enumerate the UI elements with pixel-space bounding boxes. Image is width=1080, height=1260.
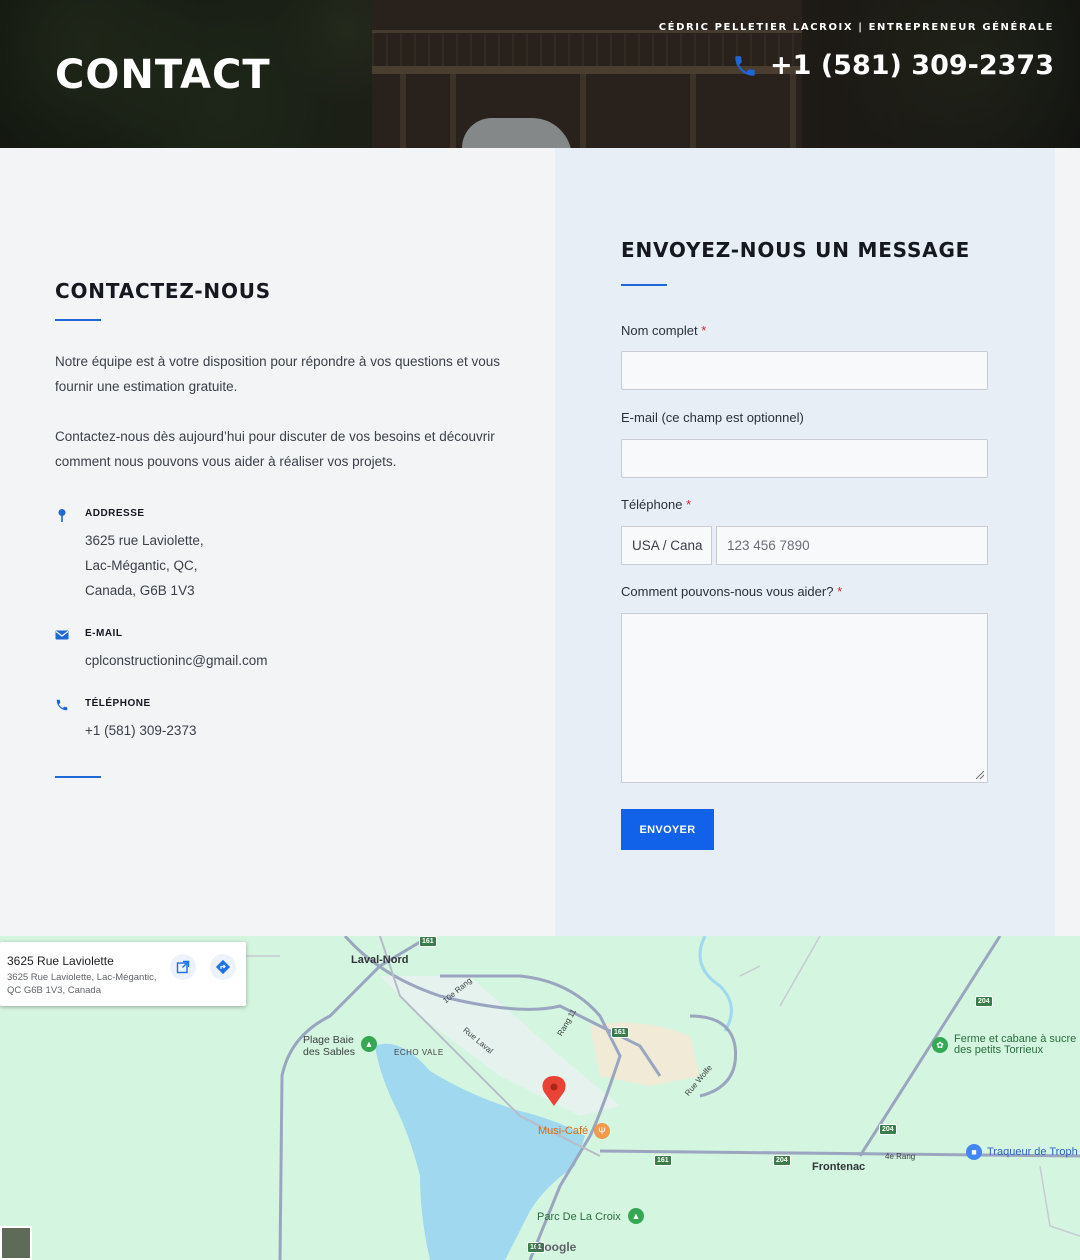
address-label: ADDRESSE [85,508,145,519]
required-asterisk: * [701,323,707,338]
contact-cta-paragraph: Contactez-nous dès aujourd’hui pour disc… [55,429,495,469]
park-poi-icon[interactable]: ▲ [628,1208,644,1224]
directions-button[interactable] [210,954,236,980]
email-input[interactable] [621,439,988,478]
message-textarea[interactable] [621,613,988,783]
address-value: 3625 rue Laviolette, Lac-Mégantic, QC, C… [85,528,204,603]
phone-value[interactable]: +1 (581) 309-2373 [85,718,196,743]
country-code-select[interactable]: USA / Cana [621,526,712,565]
email-label: E-MAIL [85,628,123,639]
name-input[interactable] [621,351,988,390]
map-label-plage-line: des Sables [303,1046,355,1058]
name-label-text: Nom complet [621,323,698,338]
message-label-text: Comment pouvons-nous vous aider? [621,584,834,599]
hero-banner: CONTACT CÉDRIC PELLETIER LACROIX | ENTRE… [0,0,1080,148]
phone-label-text: Téléphone [621,497,683,512]
heading-underline [621,284,667,286]
route-shield: 161 [654,1155,672,1166]
resize-handle-icon[interactable] [976,771,984,779]
map-label-traqueur: Traqueur de Troph [987,1146,1078,1158]
map-pin-icon [58,509,66,522]
phone-icon [735,55,755,76]
farm-poi-icon[interactable]: ✿ [932,1037,948,1053]
map-label-laval-nord: Laval-Nord [351,954,409,966]
phone-input[interactable]: 123 456 7890 [716,526,988,565]
restaurant-poi-icon[interactable]: Ψ [594,1123,610,1139]
map-label-musi-cafe: Musi-Café [538,1125,589,1137]
route-shield: 161 [611,1027,629,1038]
address-line: Lac-Mégantic, QC, [85,558,198,573]
route-shield: 204 [879,1124,897,1135]
google-map[interactable]: 3625 Rue Laviolette 3625 Rue Laviolette,… [0,936,1080,1260]
address-line: 3625 rue Laviolette, [85,533,204,548]
map-label-ferme: Ferme et cabane à sucre des petits Torri… [954,1034,1076,1056]
form-heading: ENVOYEZ-NOUS UN MESSAGE [621,238,971,262]
section-divider [55,776,101,778]
map-label-road: 4e Rang [885,1152,916,1161]
contact-intro-paragraph: Notre équipe est à votre disposition pou… [55,354,501,394]
email-value[interactable]: cplconstructioninc@gmail.com [85,648,268,673]
contact-form-section: ENVOYEZ-NOUS UN MESSAGE Nom complet * E-… [555,148,1055,936]
message-label: Comment pouvons-nous vous aider? * [621,584,842,599]
contact-heading: CONTACTEZ-NOUS [55,279,272,303]
envelope-icon [55,630,69,640]
required-asterisk: * [837,584,843,599]
name-label: Nom complet * [621,323,706,338]
contact-info-section: CONTACTEZ-NOUS Notre équipe est à votre … [0,148,555,936]
map-label-parc: Parc De La Croix [537,1211,621,1223]
header-phone-number: +1 (581) 309-2373 [770,50,1054,81]
map-place-card: 3625 Rue Laviolette 3625 Rue Laviolette,… [0,942,246,1006]
company-tagline: CÉDRIC PELLETIER LACROIX | ENTREPRENEUR … [658,22,1054,33]
route-shield: 204 [975,996,993,1007]
address-line: Canada, G6B 1V3 [85,583,195,598]
page-title: CONTACT [55,52,271,98]
email-field-label: E-mail (ce champ est optionnel) [621,410,804,425]
route-shield: 204 [773,1155,791,1166]
map-label-plage: Plage Baie des Sables [303,1034,355,1058]
place-address: 3625 Rue Laviolette, Lac-Mégantic, QC G6… [7,972,157,996]
map-label-frontenac: Frontenac [812,1161,866,1173]
park-poi-icon[interactable]: ▲ [361,1036,377,1052]
phone-field-label: Téléphone * [621,497,691,512]
google-logo: Google [535,1240,577,1254]
map-label-plage-line: Plage Baie [303,1034,354,1046]
external-link-icon [176,960,190,974]
place-title: 3625 Rue Laviolette [7,954,114,968]
directions-icon [215,959,231,975]
phone-label: TÉLÉPHONE [85,698,151,709]
shop-poi-icon[interactable]: ■ [966,1144,982,1160]
open-in-maps-button[interactable] [170,954,196,980]
page-gutter [1055,148,1080,936]
header-phone-link[interactable]: +1 (581) 309-2373 [732,50,1054,81]
required-asterisk: * [686,497,692,512]
heading-underline [55,319,101,321]
map-label-ferme-line: des petits Torrieux [954,1044,1044,1056]
submit-button[interactable]: ENVOYER [621,809,714,850]
route-shield: 161 [419,936,437,947]
map-label-echo-vale: ECHO VALE [394,1048,444,1057]
satellite-toggle-button[interactable] [0,1226,32,1260]
phone-icon [56,699,68,711]
